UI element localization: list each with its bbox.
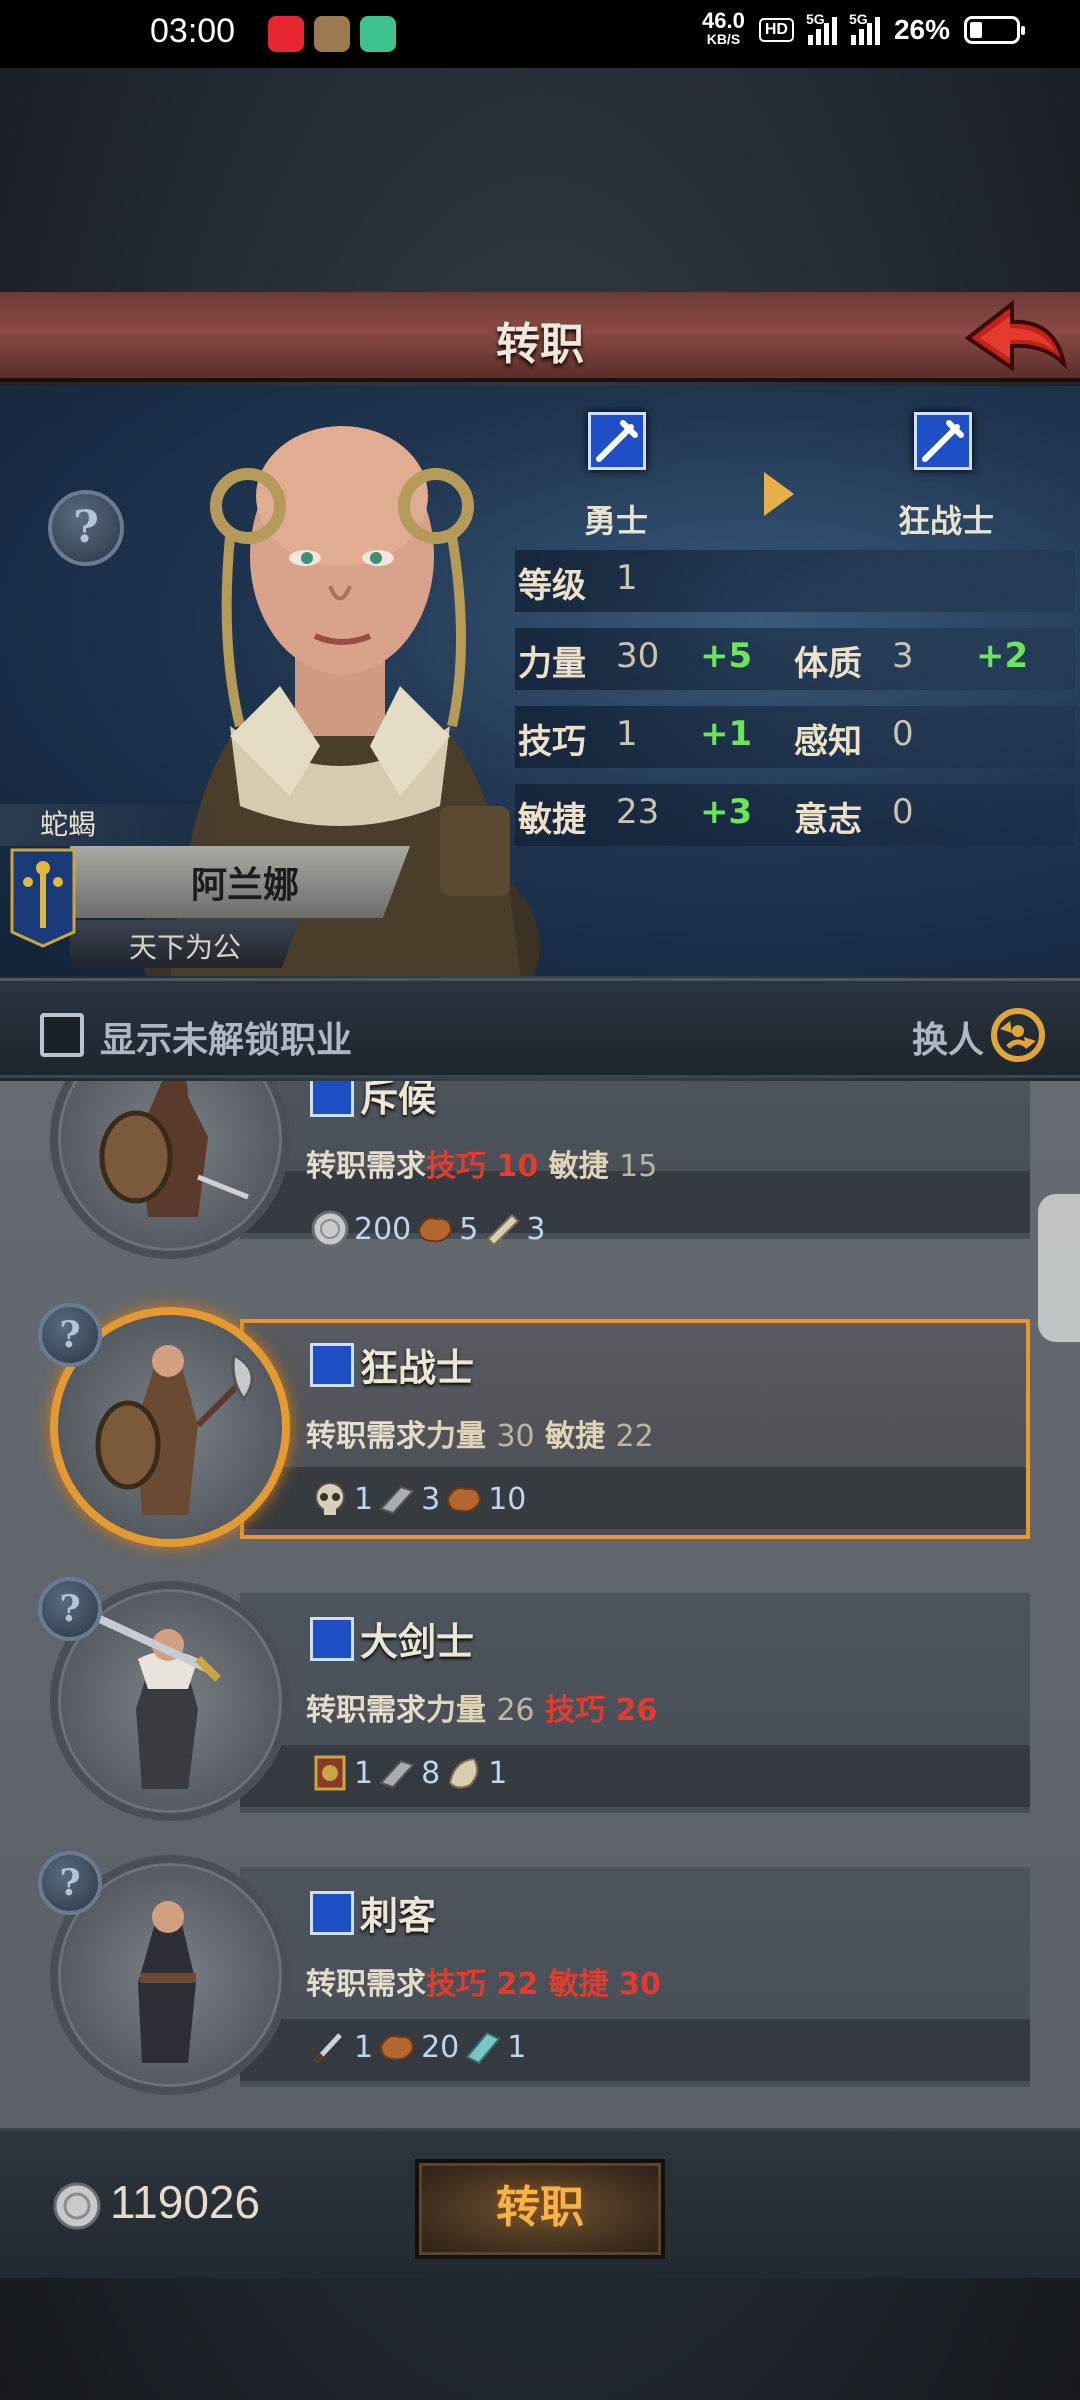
agility-bonus: +3 [700,792,753,832]
constitution-bonus: +2 [976,636,1029,676]
will-value: 0 [892,792,914,832]
skull-icon [315,1482,345,1515]
battery-percent: 26% [893,14,950,45]
bottom-bar: 119026 转职 [0,2128,1080,2278]
game-screen: 转职 ? 勇士 狂战士 等级 1 力量 30 +5 体质 3 +2 技巧 1 +… [0,68,1080,2400]
help-icon[interactable]: ? [38,1577,102,1641]
leather-icon [418,1217,453,1243]
net-speed: 46.0 KB/S [702,8,745,48]
agility-value: 23 [616,792,660,832]
back-arrow-icon[interactable] [960,294,1070,380]
help-icon[interactable]: ? [38,1851,102,1915]
job-class-icon [310,1891,354,1935]
fur-icon [449,1757,479,1789]
swap-hero-icon[interactable] [990,1007,1046,1063]
pay-notification-icon [360,16,396,52]
help-icon[interactable]: ? [38,1303,102,1367]
job-list[interactable]: 斥候 转职需求技巧 10 敏捷 15 200 5 3 ? 狂战士 转职需求力量 [0,1081,1080,2128]
title-bar: 转职 [0,292,1080,382]
current-class-label: 勇士 [583,502,648,540]
show-locked-checkbox[interactable] [40,1013,84,1057]
list-scrollbar[interactable] [1038,1194,1080,1342]
silver-coin-icon [311,1210,349,1248]
transfer-class-button[interactable]: 转职 [415,2159,665,2259]
constitution-value: 3 [892,636,914,676]
job-resources-assassin: 1 20 1 [310,2027,526,2067]
job-resources-scout: 200 5 3 [310,1209,545,1249]
job-name-greatswordsman: 大剑士 [360,1620,475,1664]
medal-icon [314,1755,346,1791]
signal-icon-2: 5G [849,11,880,45]
battery-icon [964,16,1025,44]
show-locked-label[interactable]: 显示未解锁职业 [100,1011,352,1063]
job-portrait-scout[interactable] [50,1081,290,1259]
perception-value: 0 [892,714,914,754]
faction-crest-icon [10,848,76,948]
hero-motto: 天下为公 [128,931,241,964]
job-class-icon [310,1081,354,1117]
level-value: 1 [616,558,638,598]
swap-hero-label[interactable]: 换人 [912,1011,984,1063]
job-requirement-assassin: 转职需求技巧 22 敏捷 30 [306,1967,661,2002]
skill-value: 1 [616,714,638,754]
iron-ingot-icon [379,1485,415,1515]
scroll-icon [486,1213,520,1247]
strength-value: 30 [616,636,660,676]
status-time: 03:00 [150,12,236,50]
job-requirement-scout: 转职需求技巧 10 敏捷 15 [306,1149,658,1184]
job-requirement-greatswordsman: 转职需求力量 26 技巧 26 [306,1693,658,1728]
hero-name: 阿兰娜 [190,865,299,906]
stat-row-level [515,550,1075,612]
iron-ingot-icon [379,1759,415,1789]
job-class-icon [310,1617,354,1661]
job-resources-greatswordsman: 1 8 1 [310,1753,507,1793]
level-label: 等级 [518,566,586,606]
job-name-scout: 斥候 [360,1081,437,1120]
perception-label: 感知 [794,722,862,762]
silver-coin-icon [53,2182,101,2230]
silver-balance: 119026 [110,2176,261,2228]
status-app-icons [268,16,396,52]
current-class-icon [588,412,646,470]
job-class-icon [310,1343,354,1387]
constitution-label: 体质 [794,644,862,684]
game-notification-icon [314,16,350,52]
arrow-right-icon [764,472,794,516]
hero-panel: ? 勇士 狂战士 等级 1 力量 30 +5 体质 3 +2 技巧 1 +1 感… [0,386,1080,976]
leather-icon [380,2035,415,2061]
leather-icon [447,1487,482,1513]
dagger-icon [313,2033,342,2064]
target-class-icon [914,412,972,470]
target-class-label: 狂战士 [897,502,994,540]
cloth-icon [465,2031,501,2065]
job-name-berserker: 狂战士 [360,1346,475,1390]
status-bar: 03:00 46.0 KB/S HD 5G 5G 26% [0,0,1080,68]
faction-label: 蛇蝎 [0,804,230,846]
strength-label: 力量 [518,644,586,684]
strength-bonus: +5 [700,636,753,676]
will-label: 意志 [794,800,862,840]
filter-bar: 显示未解锁职业 换人 [0,978,1080,1078]
app-notification-icon [268,16,304,52]
skill-bonus: +1 [700,714,753,754]
skill-label: 技巧 [518,722,586,762]
signal-icon: 5G [806,11,837,45]
job-name-assassin: 刺客 [360,1894,437,1938]
page-title: 转职 [496,319,584,370]
hd-icon: HD [758,18,794,42]
job-resources-berserker: 1 3 10 [310,1479,526,1519]
job-requirement-berserker: 转职需求力量 30 敏捷 22 [306,1419,654,1454]
agility-label: 敏捷 [518,800,586,840]
